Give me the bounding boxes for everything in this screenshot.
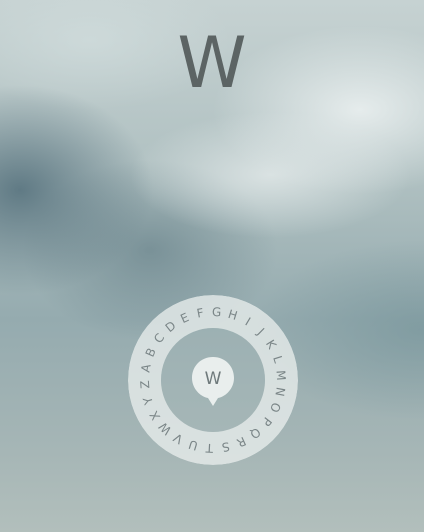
dial-letter-g[interactable]: G bbox=[212, 305, 222, 319]
letter-dial-graphic: ABCDE F G H IJKLMNOPQRSTUVWXYZ W bbox=[128, 295, 298, 465]
dial-letter-z[interactable]: Z bbox=[138, 380, 153, 389]
letter-dial[interactable]: ABCDEFGHIJKLMNOPQRSTUVWXYZ W bbox=[128, 295, 298, 465]
center-letter: W bbox=[205, 369, 222, 389]
dial-letter-t[interactable]: T bbox=[205, 441, 215, 455]
dial-letter-m[interactable]: M bbox=[274, 370, 289, 381]
selected-letter-display: W bbox=[177, 22, 247, 104]
